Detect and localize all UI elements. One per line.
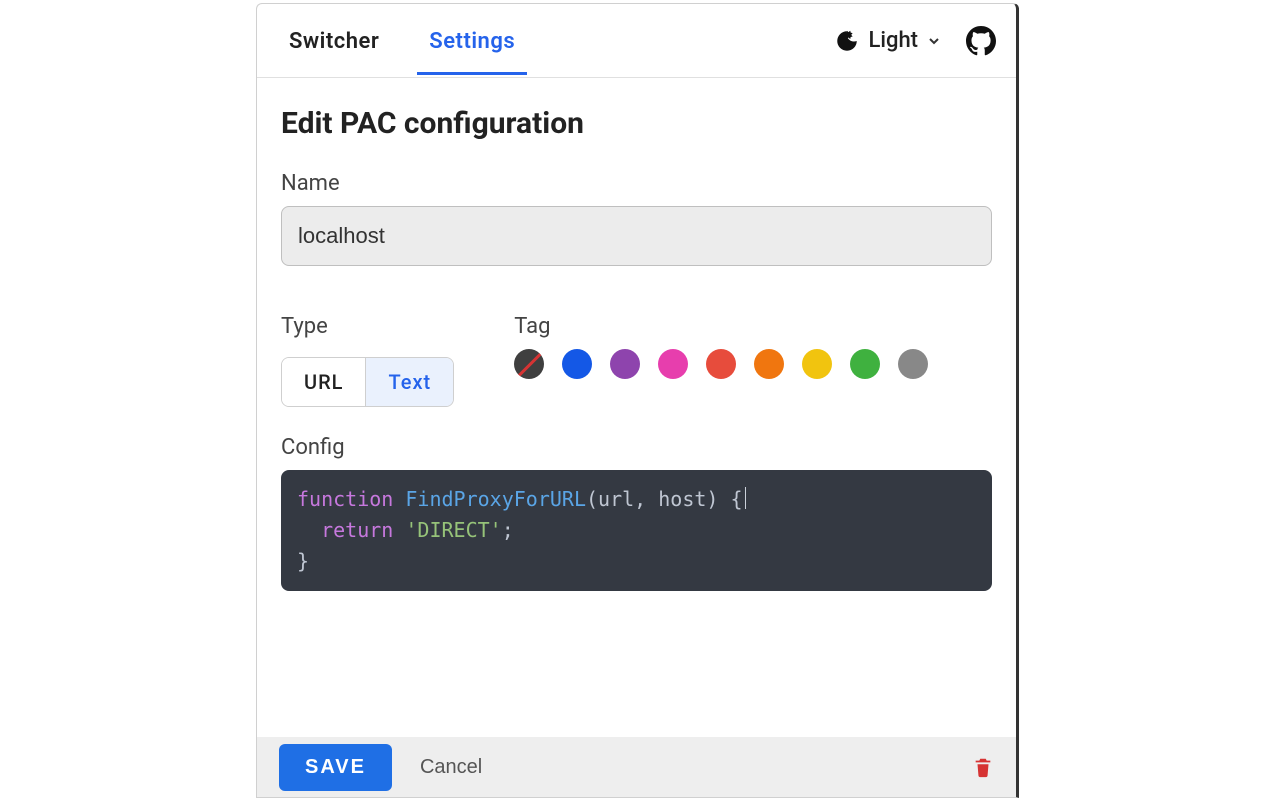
cancel-button[interactable]: Cancel	[420, 756, 482, 779]
tag-section: Tag	[514, 314, 928, 407]
content: Edit PAC configuration Name Type URL Tex…	[257, 78, 1016, 737]
name-input[interactable]	[281, 206, 992, 266]
code-editor[interactable]: function FindProxyForURL(url, host) { re…	[281, 470, 992, 591]
tag-swatch-1[interactable]	[562, 349, 592, 379]
type-section: Type URL Text	[281, 314, 454, 407]
tag-swatch-0[interactable]	[514, 349, 544, 379]
theme-label: Light	[868, 28, 918, 53]
tab-settings[interactable]: Settings	[417, 7, 527, 75]
tag-swatch-4[interactable]	[706, 349, 736, 379]
tag-swatch-2[interactable]	[610, 349, 640, 379]
config-label: Config	[281, 435, 992, 460]
theme-selector[interactable]: Light	[834, 28, 942, 54]
tag-swatch-3[interactable]	[658, 349, 688, 379]
chevron-down-icon	[926, 33, 942, 49]
tag-swatch-7[interactable]	[850, 349, 880, 379]
github-icon[interactable]	[966, 26, 996, 56]
tag-swatch-5[interactable]	[754, 349, 784, 379]
tag-label: Tag	[514, 314, 928, 339]
config-section: Config function FindProxyForURL(url, hos…	[281, 435, 992, 591]
name-section: Name	[281, 171, 992, 266]
theme-icon	[834, 28, 860, 54]
tag-swatches	[514, 349, 928, 379]
trash-icon[interactable]	[972, 755, 994, 779]
save-button[interactable]: SAVE	[279, 744, 392, 791]
type-option-url[interactable]: URL	[282, 358, 365, 406]
type-toggle: URL Text	[281, 357, 454, 407]
type-option-text[interactable]: Text	[365, 358, 453, 406]
tag-swatch-6[interactable]	[802, 349, 832, 379]
app-window: Switcher Settings Light Edit PAC configu…	[256, 3, 1019, 798]
name-label: Name	[281, 171, 992, 196]
page-title: Edit PAC configuration	[281, 106, 992, 141]
type-label: Type	[281, 314, 454, 339]
tag-swatch-8[interactable]	[898, 349, 928, 379]
tab-switcher[interactable]: Switcher	[277, 7, 391, 74]
topbar: Switcher Settings Light	[257, 4, 1016, 78]
footer: SAVE Cancel	[257, 737, 1016, 797]
